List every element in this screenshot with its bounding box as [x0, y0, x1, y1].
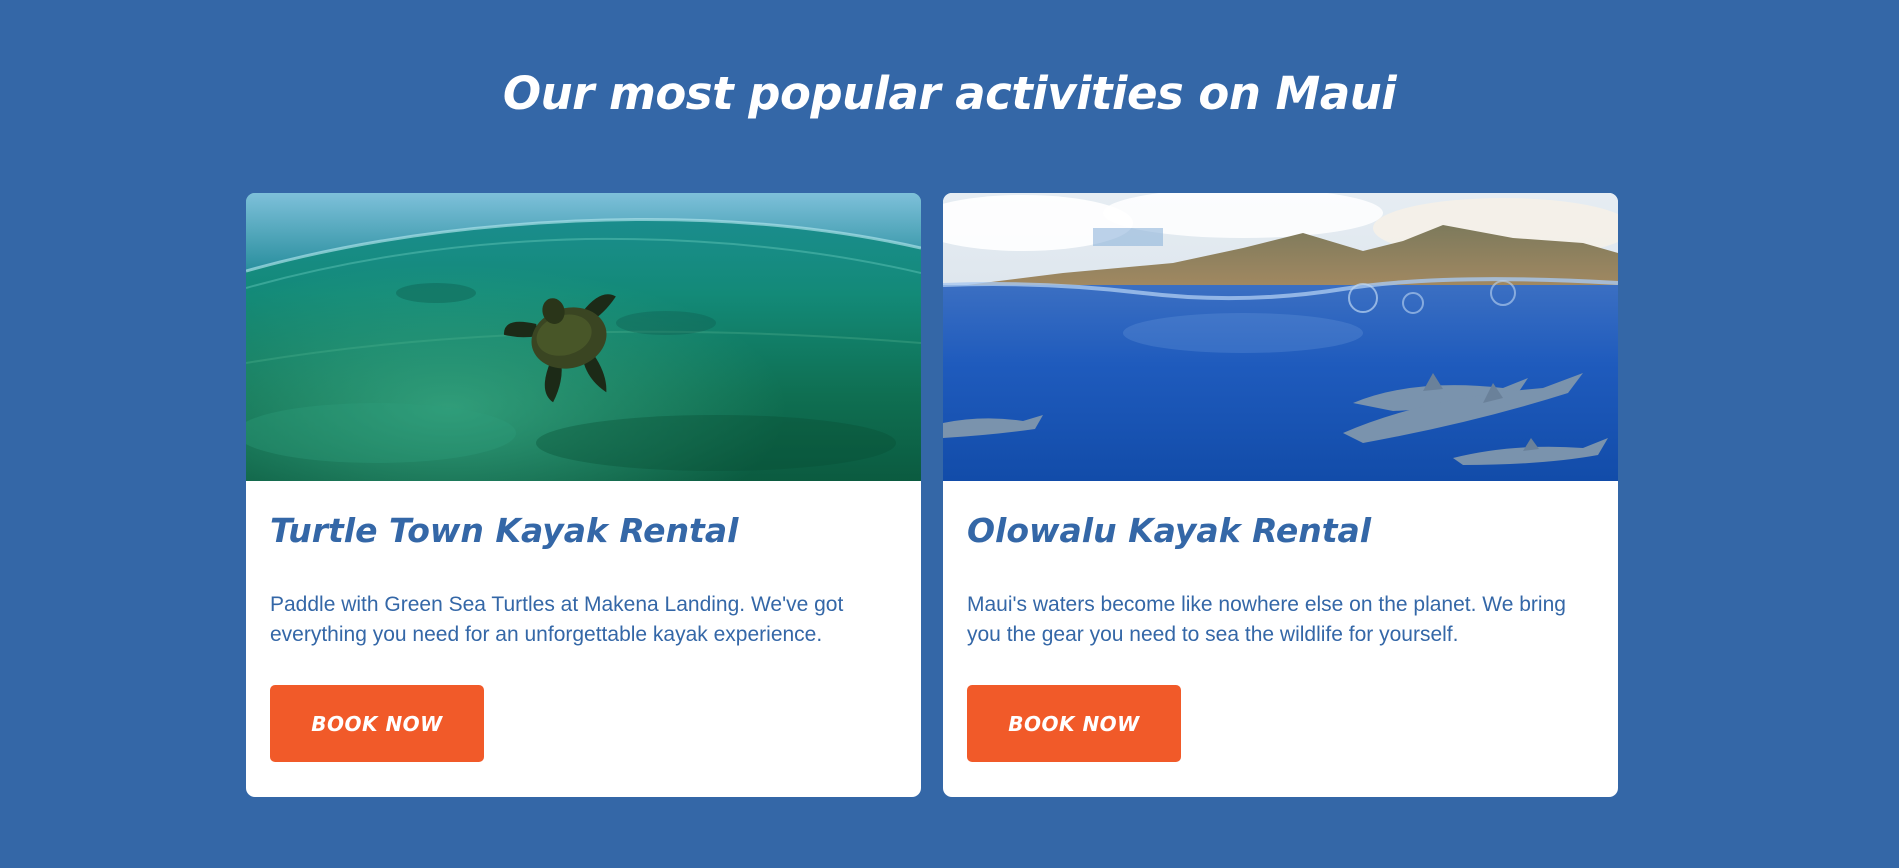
- activity-card-turtle-town: Turtle Town Kayak Rental Paddle with Gre…: [246, 193, 921, 797]
- section-title: Our most popular activities on Maui: [502, 67, 1397, 120]
- card-title: Olowalu Kayak Rental: [967, 511, 1372, 550]
- book-now-button[interactable]: BOOK NOW: [270, 685, 484, 762]
- book-now-button[interactable]: BOOK NOW: [967, 685, 1181, 762]
- dolphins-image: [943, 193, 1618, 481]
- card-description: Paddle with Green Sea Turtles at Makena …: [270, 593, 844, 646]
- activity-card-olowalu: Olowalu Kayak Rental Maui's waters becom…: [943, 193, 1618, 797]
- sea-turtle-image: [246, 193, 921, 481]
- card-description: Maui's waters become like nowhere else o…: [967, 593, 1566, 646]
- card-title: Turtle Town Kayak Rental: [270, 511, 739, 550]
